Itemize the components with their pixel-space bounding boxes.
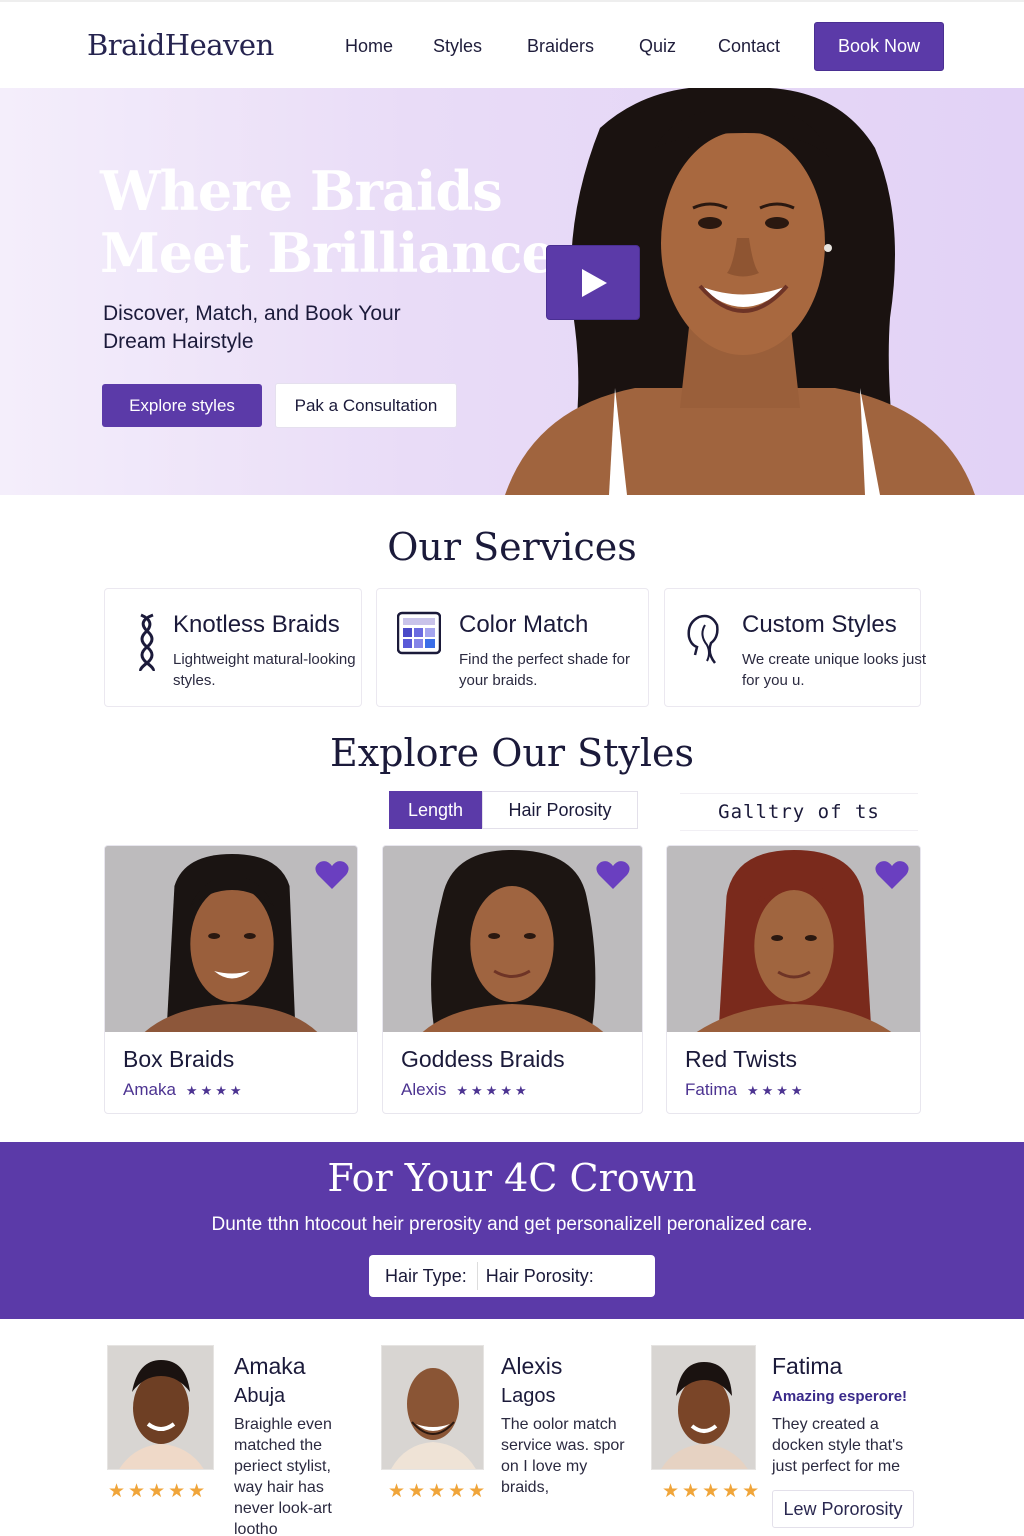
review-stars: ★★★★★ <box>108 1481 209 1502</box>
heart-icon[interactable] <box>315 860 349 890</box>
style-name: Box Braids <box>123 1046 235 1072</box>
style-name: Red Twists <box>685 1046 798 1072</box>
service-desc: We create unique looks just for you u. <box>742 651 926 689</box>
services-title: Our Services <box>387 525 637 569</box>
style-card-goddess-braids[interactable]: Goddess Braids Alexis ★★★★★ <box>382 845 643 1114</box>
styles-title: Explore Our Styles <box>329 731 695 775</box>
reviewer-name: Amaka <box>234 1353 306 1379</box>
service-desc: Find the perfect shade for your braids. <box>459 651 630 689</box>
reviewer-photo <box>108 1346 213 1469</box>
rating-stars: ★★★★ <box>746 1083 806 1098</box>
hair-porosity-label[interactable]: Hair Porosity: <box>478 1266 594 1287</box>
author-name: Fatima <box>685 1080 737 1099</box>
review-stars: ★★★★★ <box>662 1481 763 1502</box>
service-card-color-match[interactable]: Color Match Find the perfect shade for y… <box>376 588 649 707</box>
brand-logo[interactable]: BraidHeaven <box>87 28 274 62</box>
reviewer-name: Alexis <box>501 1353 563 1379</box>
nav-contact[interactable]: Contact <box>718 36 780 57</box>
explore-styles-button[interactable]: Explore styles <box>102 384 262 427</box>
braid-icon <box>139 613 155 671</box>
service-card-knotless[interactable]: Knotless Braids Lightweight matural-look… <box>104 588 362 707</box>
reviewer-photo <box>652 1346 755 1469</box>
review-headline: Amazing esperore! <box>772 1388 908 1405</box>
4c-crown-banner: For Your 4C Crown Dunte tthn htocout hei… <box>0 1142 1024 1319</box>
reviewer-avatar <box>381 1345 484 1470</box>
hair-type-selector[interactable]: Hair Type: Hair Porosity: <box>369 1255 655 1297</box>
style-author: Alexis ★★★★★ <box>401 1080 530 1100</box>
review-stars: ★★★★★ <box>388 1481 489 1502</box>
service-desc: Lightweight matural-looking styles. <box>173 651 356 689</box>
service-title: Color Match <box>459 611 589 638</box>
filter-length[interactable]: Length <box>389 791 482 829</box>
reviewer-avatar <box>651 1345 756 1470</box>
hero-title: Where Braids Meet Brilliance <box>100 159 556 285</box>
consultation-button[interactable]: Pak a Consultation <box>275 383 457 428</box>
hero-subtitle: Discover, Match, and Book Your Dream Hai… <box>103 302 401 353</box>
play-icon <box>582 268 607 297</box>
service-title: Knotless Braids <box>173 611 340 638</box>
author-name: Alexis <box>401 1080 447 1099</box>
hero-section: Where Braids Meet Brilliance Discover, M… <box>0 88 1024 495</box>
review-text: They created a docken style that's just … <box>772 1416 904 1475</box>
top-nav: BraidHeaven Home Styles Braiders Quiz Co… <box>0 0 1024 88</box>
nav-braiders[interactable]: Braiders <box>527 36 594 57</box>
banner-subtitle: Dunte tthn htocout heir prerosity and ge… <box>211 1214 813 1235</box>
rating-stars: ★★★★★ <box>456 1083 530 1098</box>
nav-quiz[interactable]: Quiz <box>639 36 676 57</box>
hero-title-line1: Where Braids <box>100 159 503 223</box>
reviewer-city: Lagos <box>501 1385 556 1407</box>
hair-type-label[interactable]: Hair Type: <box>369 1266 467 1287</box>
service-title: Custom Styles <box>742 611 897 638</box>
filter-hair-porosity[interactable]: Hair Porosity <box>482 791 638 829</box>
video-play-button[interactable] <box>546 245 640 320</box>
heart-icon[interactable] <box>875 860 909 890</box>
gallery-label: Galltry of ts <box>680 793 918 831</box>
reviewer-name: Fatima <box>772 1353 843 1379</box>
reviewer-city: Abuja <box>234 1385 286 1407</box>
hero-title-line2: Meet Brilliance <box>100 221 556 285</box>
reviewer-avatar <box>107 1345 214 1470</box>
color-palette-icon <box>397 611 441 655</box>
head-profile-icon <box>687 614 719 664</box>
style-author: Amaka ★★★★ <box>123 1080 245 1100</box>
banner-title: For Your 4C Crown <box>327 1156 697 1200</box>
style-name: Goddess Braids <box>401 1046 565 1072</box>
nav-home[interactable]: Home <box>345 36 393 57</box>
review-text: Braighle even matched the periect stylis… <box>234 1416 332 1536</box>
style-author: Fatima ★★★★ <box>685 1080 806 1100</box>
service-card-custom-styles[interactable]: Custom Styles We create unique looks jus… <box>664 588 926 707</box>
heart-icon[interactable] <box>596 860 630 890</box>
author-name: Amaka <box>123 1080 176 1099</box>
reviewer-photo <box>382 1346 483 1469</box>
rating-stars: ★★★★ <box>185 1083 245 1098</box>
style-card-red-twists[interactable]: Red Twists Fatima ★★★★ <box>666 845 921 1114</box>
review-text: The oolor match service was. spor on I l… <box>501 1416 625 1496</box>
nav-styles[interactable]: Styles <box>433 36 482 57</box>
style-card-box-braids[interactable]: Box Braids Amaka ★★★★ <box>104 845 358 1114</box>
porosity-chip[interactable]: Lew Pororosity <box>772 1490 914 1528</box>
book-now-button[interactable]: Book Now <box>814 22 944 71</box>
